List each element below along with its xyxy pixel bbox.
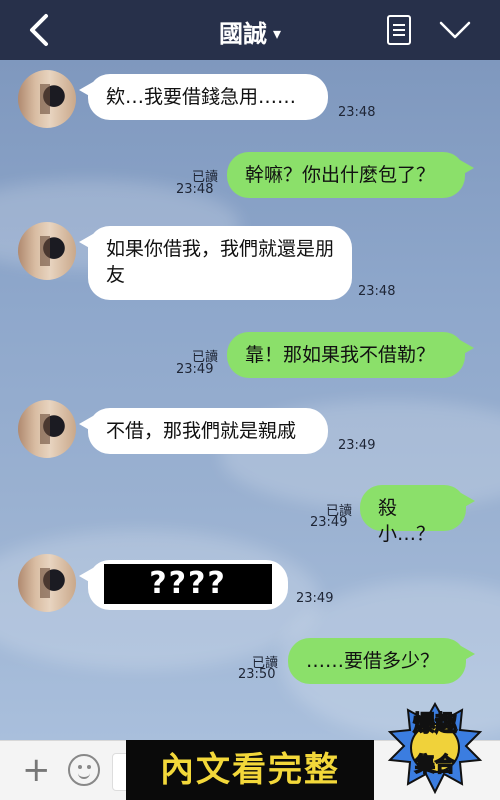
watermark-logo: 爆趣 集合 <box>386 702 484 794</box>
avatar[interactable] <box>18 400 76 458</box>
contact-name: 國誠 <box>218 20 267 48</box>
avatar[interactable] <box>18 554 76 612</box>
message-bubble-outgoing[interactable]: 殺小…？ <box>360 485 475 545</box>
message-text: 殺小…？ <box>378 497 436 545</box>
emoji-icon[interactable] <box>68 754 100 786</box>
chat-screen: 國誠 ▾ 欸…我要借錢急用…… 23:48 已讀 23:48 幹嘛？你出什麼包了？ <box>0 0 500 800</box>
note-icon[interactable] <box>386 14 412 46</box>
logo-text-bottom: 集合 <box>414 751 456 777</box>
message-bubble-outgoing[interactable]: 幹嘛？你出什麼包了？ <box>227 152 474 198</box>
chevron-down-small-icon: ▾ <box>272 24 282 43</box>
message-time: 23:48 <box>176 182 214 197</box>
message-bubble-incoming[interactable]: ???? <box>79 560 288 610</box>
message-text: ……要借多少？ <box>306 650 440 672</box>
message-text: 欸…我要借錢急用…… <box>106 86 297 108</box>
message-time: 23:48 <box>358 284 396 299</box>
avatar[interactable] <box>18 70 76 128</box>
message-bubble-outgoing[interactable]: ……要借多少？ <box>288 638 475 684</box>
message-time: 23:49 <box>296 591 334 606</box>
chat-title[interactable]: 國誠 ▾ <box>0 14 500 49</box>
chevron-down-icon[interactable] <box>438 18 472 42</box>
message-list[interactable]: 欸…我要借錢急用…… 23:48 已讀 23:48 幹嘛？你出什麼包了？ 如果你… <box>0 60 500 740</box>
chat-header: 國誠 ▾ <box>0 0 500 60</box>
logo-text-top: 爆趣 <box>412 711 458 738</box>
plus-icon[interactable]: + <box>22 753 51 787</box>
message-bubble-incoming[interactable]: 如果你借我，我們就還是朋友 <box>79 226 352 300</box>
message-time: 23:50 <box>238 667 276 682</box>
message-time: 23:49 <box>176 362 214 377</box>
message-time: 23:49 <box>310 515 348 530</box>
avatar[interactable] <box>18 222 76 280</box>
message-bubble-incoming[interactable]: 不借，那我們就是親戚 <box>79 408 328 454</box>
message-time: 23:48 <box>338 105 376 120</box>
redacted-message-text: ???? <box>104 564 272 604</box>
message-text: 不借，那我們就是親戚 <box>106 420 297 442</box>
promo-banner: 內文看完整 <box>126 740 374 800</box>
message-bubble-incoming[interactable]: 欸…我要借錢急用…… <box>79 74 328 120</box>
message-bubble-outgoing[interactable]: 靠！那如果我不借勒？ <box>227 332 474 378</box>
message-text: 如果你借我，我們就還是朋友 <box>106 238 335 286</box>
message-text: 幹嘛？你出什麼包了？ <box>245 164 436 186</box>
message-text: 靠！那如果我不借勒？ <box>245 344 436 366</box>
message-time: 23:49 <box>338 438 376 453</box>
